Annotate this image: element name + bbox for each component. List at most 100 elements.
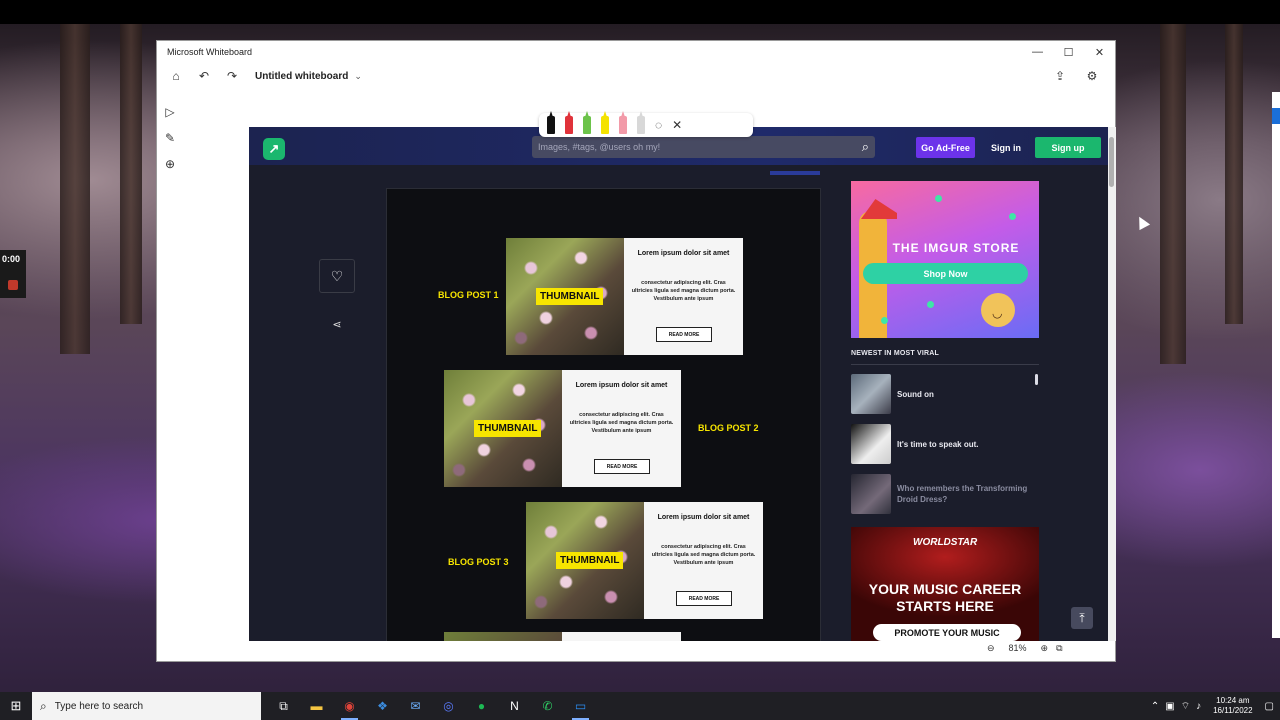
heart-icon[interactable]: ♡ [319, 259, 355, 293]
search-icon: ⌕ [40, 698, 47, 713]
chevron-down-icon[interactable]: ⌄ [354, 71, 362, 82]
sign-in-button[interactable]: Sign in [987, 137, 1025, 158]
board-title[interactable]: Untitled whiteboard [255, 71, 348, 82]
share-icon[interactable]: ⇪ [1049, 65, 1071, 87]
blog-text-card: Lorem ipsum dolor sit amet consectetur a… [562, 370, 681, 487]
notifications-icon[interactable]: ▢ [1265, 701, 1274, 712]
whiteboard-app-icon[interactable]: ▭ [564, 692, 597, 720]
zoom-level[interactable]: 81% [1003, 643, 1033, 653]
screen-recorder-widget: 0:00 [0, 250, 26, 298]
viral-item[interactable]: It's time to speak out. [851, 424, 1039, 464]
network-icon[interactable]: ⌔ [1181, 700, 1190, 713]
blog-post-label: BLOG POST 3 [448, 557, 509, 567]
clock-time: 10:24 am [1216, 696, 1250, 705]
read-more-button[interactable]: READ MORE [594, 459, 650, 474]
record-stop-button[interactable] [8, 280, 18, 290]
undo-icon[interactable]: ↶ [193, 65, 215, 87]
worldstar-music-ad[interactable]: WORLDSTAR YOUR MUSIC CAREER STARTS HERE … [851, 527, 1039, 641]
app-toolbar: ⌂ ↶ ↷ Untitled whiteboard ⌄ ⇪ ⚙ [157, 63, 1115, 89]
red-pen-icon[interactable] [565, 116, 573, 134]
notion-icon[interactable]: N [498, 692, 531, 720]
green-pen-icon[interactable] [583, 116, 591, 134]
decor-dot [1009, 213, 1016, 220]
viral-item[interactable]: Sound on [851, 374, 1039, 414]
select-pointer-icon[interactable]: ▷ [161, 103, 179, 121]
blog-post-label: BLOG POST 2 [698, 423, 759, 433]
home-icon[interactable]: ⌂ [165, 65, 187, 87]
worldstar-logo: WORLDSTAR [913, 537, 978, 548]
search-icon[interactable]: ⌕ [862, 139, 869, 155]
eraser-icon[interactable] [637, 116, 645, 134]
close-tray-icon[interactable]: ✕ [672, 116, 682, 134]
redo-icon[interactable]: ↷ [221, 65, 243, 87]
thumbnail-image: THUMBNAIL [444, 370, 562, 487]
title-bar: Microsoft Whiteboard — ☐ ✕ [157, 41, 1115, 63]
viral-item[interactable]: Who remembers the Transforming Droid Dre… [851, 474, 1039, 514]
whatsapp-icon[interactable]: ✆ [531, 692, 564, 720]
maximize-button[interactable]: ☐ [1053, 41, 1084, 63]
pink-highlighter-icon[interactable] [619, 116, 627, 134]
viral-thumbnail [851, 474, 891, 514]
whiteboard-window: Microsoft Whiteboard — ☐ ✕ ⌂ ↶ ↷ Untitle… [156, 40, 1116, 662]
settings-app-icon[interactable]: ◎ [432, 692, 465, 720]
music-ad-headline: YOUR MUSIC CAREER STARTS HERE [868, 581, 1022, 614]
left-toolbar: ▷ ✎ ⊕ [161, 103, 183, 173]
viral-title: Sound on [897, 389, 934, 399]
wallpaper-tree [1225, 24, 1243, 324]
sign-up-button[interactable]: Sign up [1035, 137, 1101, 158]
thumbnail-label: THUMBNAIL [556, 552, 624, 569]
mail-icon[interactable]: ✉ [399, 692, 432, 720]
blog-text-card: Lorem ipsum dolor sit amet consectetur a… [644, 502, 763, 619]
viral-thumbnail [851, 424, 891, 464]
tray-app-icon[interactable]: ▣ [1165, 701, 1174, 712]
santa-hat-illustration [861, 199, 897, 219]
newest-in-most-viral-heading: NEWEST IN MOST VIRAL [851, 350, 939, 357]
close-button[interactable]: ✕ [1084, 41, 1115, 63]
task-view-icon[interactable]: ⧉ [267, 692, 300, 720]
file-explorer-icon[interactable]: ▬ [300, 692, 333, 720]
blog-post-card-partial [444, 632, 681, 641]
gear-icon[interactable]: ⚙ [1081, 65, 1103, 87]
taskbar-search-input[interactable] [54, 700, 245, 712]
read-more-button[interactable]: READ MORE [676, 591, 732, 606]
fit-to-screen-icon[interactable]: ⧉ [1056, 643, 1062, 654]
zoom-out-icon[interactable]: ⊖ [987, 643, 995, 654]
blog-heading: Lorem ipsum dolor sit amet [637, 250, 730, 257]
screenshot-scrollbar[interactable] [1108, 127, 1116, 641]
top-black-bar [0, 0, 1280, 24]
wallpaper-tree [1160, 24, 1186, 364]
blog-body: consectetur adipiscing elit. Cras ultric… [651, 544, 756, 566]
blog-heading: Lorem ipsum dolor sit amet [575, 382, 668, 389]
scroll-to-top-icon[interactable]: ⤒ [1071, 607, 1093, 629]
add-icon[interactable]: ⊕ [161, 155, 179, 173]
taskbar-search-box: ⌕ [32, 692, 261, 720]
blog-post-card: THUMBNAIL Lorem ipsum dolor sit amet con… [444, 370, 681, 487]
wallpaper-tree [60, 24, 90, 354]
share-nodes-icon[interactable]: ⋖ [329, 316, 345, 332]
windows-start-icon[interactable]: ⊞ [0, 692, 32, 720]
vscode-icon[interactable]: ❖ [366, 692, 399, 720]
gingerbread-illustration [981, 293, 1015, 327]
pasted-imgur-screenshot[interactable]: ↗ ⌕ Go Ad-Free Sign in Sign up ♡ ⋖ BLOG … [249, 127, 1108, 641]
spotify-icon[interactable]: ● [465, 692, 498, 720]
zoom-controls: ⊖ 81% ⊕ ⧉ [987, 639, 1107, 657]
chrome-icon[interactable]: ◉ [333, 692, 366, 720]
zoom-in-icon[interactable]: ⊕ [1041, 643, 1049, 654]
volume-icon[interactable]: ♪ [1196, 701, 1201, 712]
shop-now-button[interactable]: Shop Now [863, 263, 1028, 284]
black-pen-icon[interactable] [547, 116, 555, 134]
read-more-button[interactable]: READ MORE [656, 327, 712, 342]
taskbar-clock[interactable]: 10:24 am 16/11/2022 [1213, 696, 1252, 716]
chevron-up-icon[interactable]: ⌃ [1151, 701, 1159, 712]
imgur-search-input[interactable] [538, 142, 838, 152]
divider [851, 364, 1039, 365]
pen-icon[interactable]: ✎ [161, 129, 179, 147]
imgur-store-ad[interactable]: THE IMGUR STORE Shop Now [851, 181, 1039, 338]
minimize-button[interactable]: — [1022, 41, 1053, 63]
lasso-icon[interactable]: ◌ [655, 116, 662, 134]
taskbar-apps: ⧉ ▬ ◉ ❖ ✉ ◎ ● N ✆ ▭ [267, 692, 597, 720]
yellow-highlighter-icon[interactable] [601, 116, 609, 134]
thumbnail-label: THUMBNAIL [536, 288, 604, 305]
go-ad-free-button[interactable]: Go Ad-Free [916, 137, 975, 158]
blog-post-card: THUMBNAIL Lorem ipsum dolor sit amet con… [506, 238, 743, 355]
